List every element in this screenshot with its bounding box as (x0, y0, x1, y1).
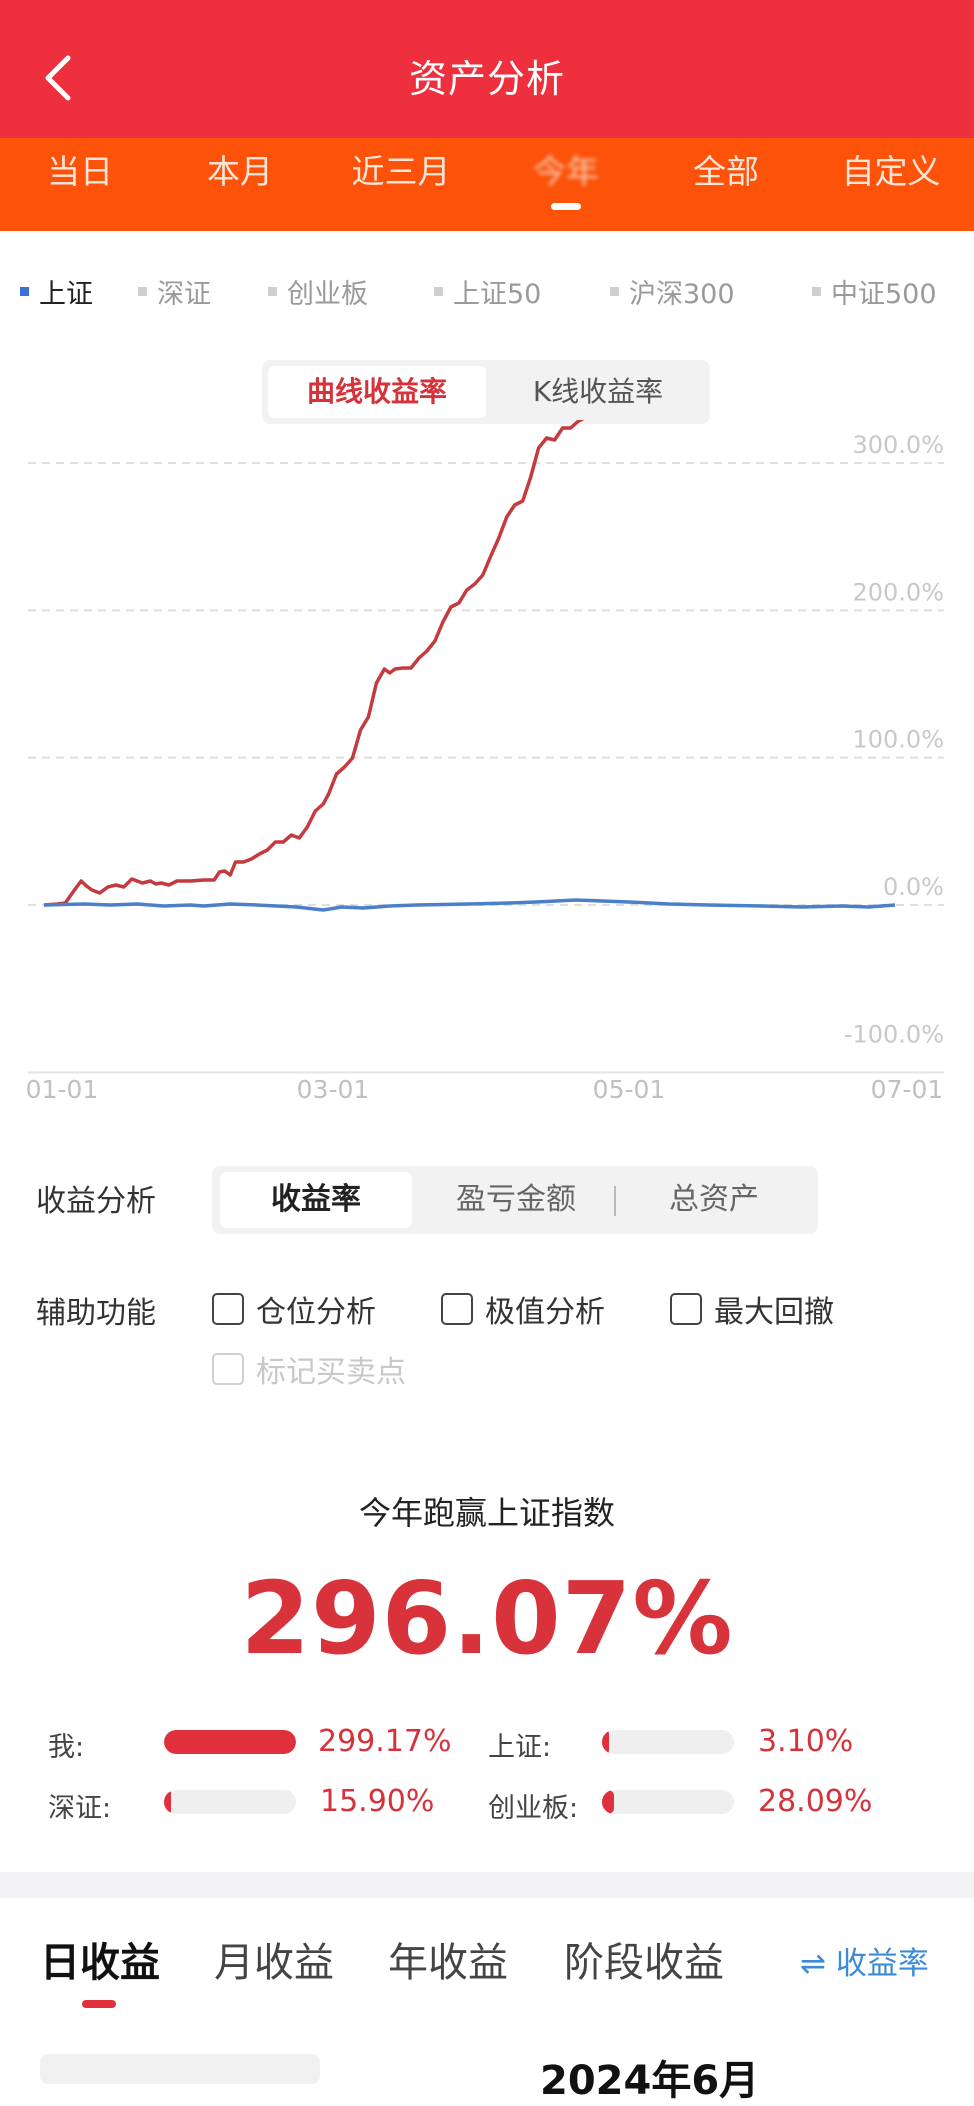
mark-trades-checkbox: 标记买卖点 (212, 1347, 406, 1391)
tab-monthly-earnings[interactable]: 月收益 (214, 1930, 334, 1988)
checkbox-label: 极值分析 (485, 1295, 605, 1330)
compare-bar-shanghai (602, 1730, 734, 1754)
checkbox-label: 仓位分析 (256, 1295, 376, 1330)
return-line-chart[interactable]: 300.0% 200.0% 100.0% 0.0% -100.0% 01-01 03-01… (0, 420, 974, 1120)
index-csi300[interactable]: 沪深300 (610, 272, 735, 311)
x-tick-label: 05-01 (593, 1075, 666, 1104)
earnings-tab-indicator (82, 2000, 116, 2008)
compare-bar-chinext (602, 1790, 734, 1814)
index-chinext[interactable]: 创业板 (268, 272, 368, 311)
tab-this-year[interactable]: 今年 (516, 146, 616, 206)
legend-dot (138, 287, 147, 296)
date-picker-chip[interactable] (40, 2054, 320, 2084)
series-line-shanghai (43, 898, 896, 912)
checkbox-icon (441, 1293, 473, 1325)
beat-index-value: 296.07% (240, 1560, 734, 1677)
bar-fill (164, 1790, 171, 1814)
compare-label-shanghai: 上证: (488, 1732, 552, 1763)
analysis-toggle: 收益率 盈亏金额 总资产 (212, 1166, 818, 1234)
return-rate-toggle[interactable]: ⇌ 收益率 (800, 1938, 929, 1983)
checkbox-label: 最大回撤 (714, 1295, 834, 1330)
profit-amount-button[interactable]: 盈亏金额 (418, 1172, 614, 1228)
bar-fill (602, 1790, 615, 1814)
tab-today[interactable]: 当日 (30, 146, 130, 206)
legend-dot (20, 287, 29, 296)
legend-dot (610, 287, 619, 296)
kline-return-button[interactable]: K线收益率 (486, 366, 710, 418)
max-drawdown-checkbox[interactable]: 最大回撤 (670, 1287, 834, 1331)
toggle-label: 收益率 (835, 1946, 929, 1982)
index-shenzhen[interactable]: 深证 (138, 272, 211, 311)
compare-bar-shenzhen (164, 1790, 296, 1814)
curve-return-button[interactable]: 曲线收益率 (268, 366, 486, 418)
y-tick-label: 200.0% (852, 578, 944, 606)
x-tick-label: 03-01 (297, 1075, 370, 1104)
legend-dot (434, 287, 443, 296)
compare-value-chinext: 28.09% (758, 1784, 873, 1819)
tab-three-months[interactable]: 近三月 (336, 146, 466, 206)
compare-value-shanghai: 3.10% (758, 1724, 854, 1759)
tab-all[interactable]: 全部 (676, 146, 776, 206)
x-tick-label: 07-01 (871, 1075, 944, 1104)
period-tab-bar: 当日 本月 近三月 今年 全部 自定义 (0, 138, 974, 231)
tab-daily-earnings[interactable]: 日收益 (40, 1930, 160, 1988)
position-analysis-checkbox[interactable]: 仓位分析 (212, 1287, 376, 1331)
index-label: 中证500 (831, 279, 937, 310)
y-tick-label: -100.0% (844, 1020, 944, 1048)
tab-custom[interactable]: 自定义 (826, 146, 956, 206)
index-label: 上证 (39, 279, 93, 310)
index-csi500[interactable]: 中证500 (812, 272, 937, 311)
compare-label-chinext: 创业板: (488, 1793, 579, 1824)
calendar-month: 2024年6月 (540, 2058, 760, 2104)
return-rate-button[interactable]: 收益率 (220, 1172, 412, 1228)
bar-fill (164, 1730, 296, 1754)
x-axis-labels: 01-01 03-01 05-01 07-01 (26, 1075, 944, 1104)
compare-value-me: 299.17% (318, 1724, 452, 1759)
index-shanghai[interactable]: 上证 (20, 272, 93, 311)
compare-label-me: 我: (48, 1732, 85, 1763)
x-tick-label: 01-01 (26, 1075, 99, 1104)
y-axis-labels: 300.0% 200.0% 100.0% 0.0% -100.0% (844, 431, 944, 1048)
tab-indicator (551, 203, 581, 210)
analysis-label: 收益分析 (36, 1184, 156, 1219)
checkbox-icon (670, 1293, 702, 1325)
page-title: 资产分析 (408, 57, 565, 101)
chart-mode-toggle: 曲线收益率 K线收益率 (262, 360, 710, 424)
index-label: 创业板 (287, 279, 368, 310)
checkbox-icon (212, 1293, 244, 1325)
tab-yearly-earnings[interactable]: 年收益 (388, 1930, 508, 1988)
y-tick-label: 0.0% (883, 873, 944, 901)
bar-fill (602, 1730, 609, 1754)
y-tick-label: 300.0% (852, 431, 944, 459)
index-sse50[interactable]: 上证50 (434, 272, 541, 311)
tab-period-earnings[interactable]: 阶段收益 (564, 1930, 724, 1988)
index-label: 沪深300 (629, 279, 735, 310)
tab-this-month[interactable]: 本月 (190, 146, 290, 206)
index-selector: 上证 深证 创业板 上证50 沪深300 中证500 (0, 262, 974, 322)
legend-dot (268, 287, 277, 296)
y-tick-label: 100.0% (852, 726, 944, 754)
checkbox-icon (212, 1353, 244, 1385)
index-label: 深证 (157, 279, 211, 310)
series-line-my-return (43, 420, 585, 907)
checkbox-label: 标记买卖点 (256, 1355, 406, 1390)
index-label: 上证50 (453, 279, 542, 310)
swap-icon: ⇌ (800, 1946, 826, 1982)
extreme-analysis-checkbox[interactable]: 极值分析 (441, 1287, 605, 1331)
compare-value-shenzhen: 15.90% (320, 1784, 435, 1819)
compare-bar-me (164, 1730, 296, 1754)
chart-grid (28, 462, 944, 1074)
beat-index-title: 今年跑赢上证指数 (358, 1494, 615, 1532)
aux-label: 辅助功能 (36, 1296, 156, 1331)
app-header: 资产分析 (0, 0, 974, 138)
section-divider (0, 1872, 974, 1898)
legend-dot (812, 287, 821, 296)
compare-label-shenzhen: 深证: (48, 1793, 112, 1824)
total-assets-button[interactable]: 总资产 (616, 1172, 812, 1228)
chart-series (43, 420, 896, 912)
